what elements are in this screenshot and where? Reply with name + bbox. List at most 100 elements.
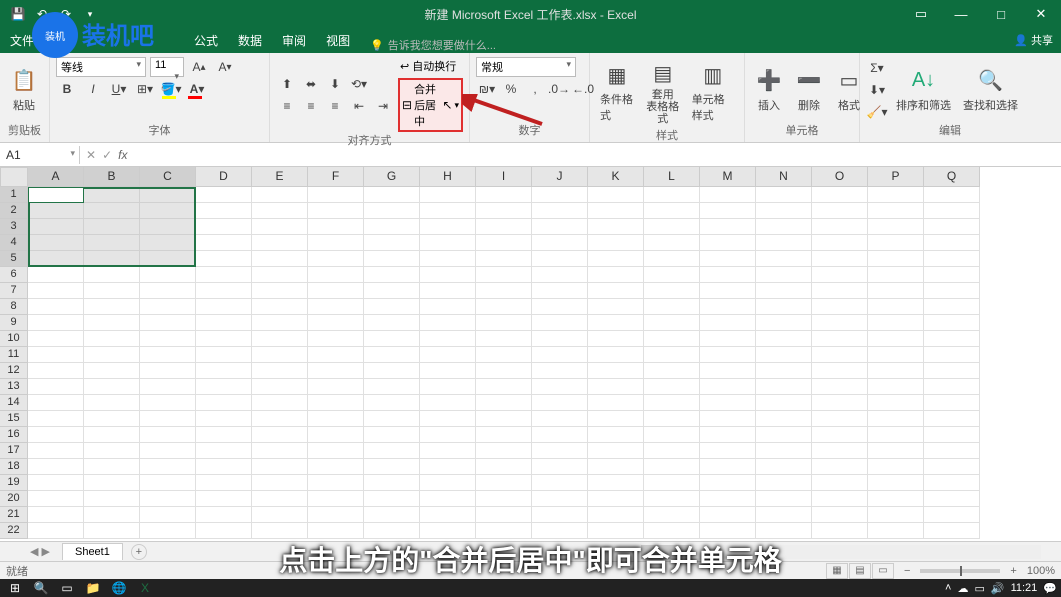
cell[interactable] [812, 395, 868, 411]
col-header-K[interactable]: K [588, 167, 644, 187]
decrease-font-icon[interactable]: A▾ [214, 57, 236, 77]
cell[interactable] [588, 507, 644, 523]
cell[interactable] [812, 219, 868, 235]
cell[interactable] [28, 331, 84, 347]
insert-button[interactable]: ➕插入 [751, 65, 787, 115]
col-header-O[interactable]: O [812, 167, 868, 187]
cell[interactable] [28, 299, 84, 315]
row-header-2[interactable]: 2 [0, 203, 28, 219]
zoom-slider[interactable] [920, 569, 1000, 573]
cell[interactable] [924, 203, 980, 219]
cell[interactable] [588, 251, 644, 267]
cell[interactable] [868, 507, 924, 523]
cell[interactable] [700, 379, 756, 395]
cell[interactable] [812, 283, 868, 299]
cell[interactable] [476, 459, 532, 475]
cell[interactable] [756, 203, 812, 219]
cell[interactable] [476, 203, 532, 219]
cell[interactable] [644, 411, 700, 427]
bold-button[interactable]: B [56, 79, 78, 99]
cell[interactable] [364, 187, 420, 203]
cell[interactable] [252, 283, 308, 299]
cell[interactable] [252, 443, 308, 459]
cell[interactable] [420, 347, 476, 363]
cell[interactable] [756, 283, 812, 299]
cell[interactable] [420, 219, 476, 235]
col-header-Q[interactable]: Q [924, 167, 980, 187]
cell[interactable] [924, 379, 980, 395]
cell[interactable] [140, 475, 196, 491]
sort-filter-button[interactable]: A↓排序和筛选 [892, 65, 955, 115]
delete-button[interactable]: ➖删除 [791, 65, 827, 115]
cell[interactable] [476, 251, 532, 267]
cell[interactable] [644, 507, 700, 523]
cell[interactable] [588, 315, 644, 331]
cell[interactable] [532, 379, 588, 395]
cell[interactable] [196, 187, 252, 203]
cell[interactable] [868, 347, 924, 363]
cell[interactable] [588, 523, 644, 539]
col-header-C[interactable]: C [140, 167, 196, 187]
cell[interactable] [196, 363, 252, 379]
cell[interactable] [252, 331, 308, 347]
ribbon-options-icon[interactable]: ▭ [901, 0, 941, 28]
cell[interactable] [756, 443, 812, 459]
row-header-20[interactable]: 20 [0, 491, 28, 507]
cell[interactable] [252, 315, 308, 331]
cell[interactable] [308, 203, 364, 219]
font-name-select[interactable]: 等线 [56, 57, 146, 77]
cell[interactable] [868, 491, 924, 507]
row-header-5[interactable]: 5 [0, 251, 28, 267]
cell[interactable] [532, 427, 588, 443]
cell[interactable] [252, 187, 308, 203]
increase-decimal-icon[interactable]: .0→ [548, 79, 570, 99]
cell[interactable] [644, 363, 700, 379]
cell[interactable] [644, 299, 700, 315]
cell[interactable] [28, 219, 84, 235]
row-header-22[interactable]: 22 [0, 523, 28, 539]
paste-button[interactable]: 📋 粘贴 [6, 65, 42, 115]
cell[interactable] [196, 475, 252, 491]
cell[interactable] [644, 331, 700, 347]
cell[interactable] [84, 235, 140, 251]
row-header-17[interactable]: 17 [0, 443, 28, 459]
excel-icon[interactable]: X [134, 580, 156, 596]
cell[interactable] [140, 459, 196, 475]
cell[interactable] [476, 187, 532, 203]
cell[interactable] [756, 235, 812, 251]
cell[interactable] [924, 427, 980, 443]
cell[interactable] [476, 427, 532, 443]
row-header-14[interactable]: 14 [0, 395, 28, 411]
cell[interactable] [532, 219, 588, 235]
cell[interactable] [700, 219, 756, 235]
cell[interactable] [756, 219, 812, 235]
cell[interactable] [364, 491, 420, 507]
volume-icon[interactable]: 🔊 [991, 582, 1005, 595]
cell[interactable] [700, 331, 756, 347]
cell[interactable] [252, 219, 308, 235]
cell[interactable] [700, 395, 756, 411]
cell[interactable] [700, 443, 756, 459]
cell[interactable] [140, 251, 196, 267]
cell[interactable] [364, 251, 420, 267]
italic-button[interactable]: I [82, 79, 104, 99]
cell[interactable] [308, 187, 364, 203]
row-header-1[interactable]: 1 [0, 187, 28, 203]
row-header-11[interactable]: 11 [0, 347, 28, 363]
save-icon[interactable]: 💾 [8, 4, 28, 24]
cell[interactable] [420, 203, 476, 219]
currency-icon[interactable]: ₪▾ [476, 79, 498, 99]
cell[interactable] [476, 443, 532, 459]
cell[interactable] [644, 475, 700, 491]
cell[interactable] [308, 251, 364, 267]
cell[interactable] [868, 395, 924, 411]
cell[interactable] [868, 283, 924, 299]
cell[interactable] [196, 235, 252, 251]
cell[interactable] [84, 315, 140, 331]
cell[interactable] [140, 379, 196, 395]
cell[interactable] [84, 299, 140, 315]
cell[interactable] [588, 395, 644, 411]
fill-icon[interactable]: ⬇▾ [866, 80, 888, 100]
cell[interactable] [700, 299, 756, 315]
cell[interactable] [476, 411, 532, 427]
